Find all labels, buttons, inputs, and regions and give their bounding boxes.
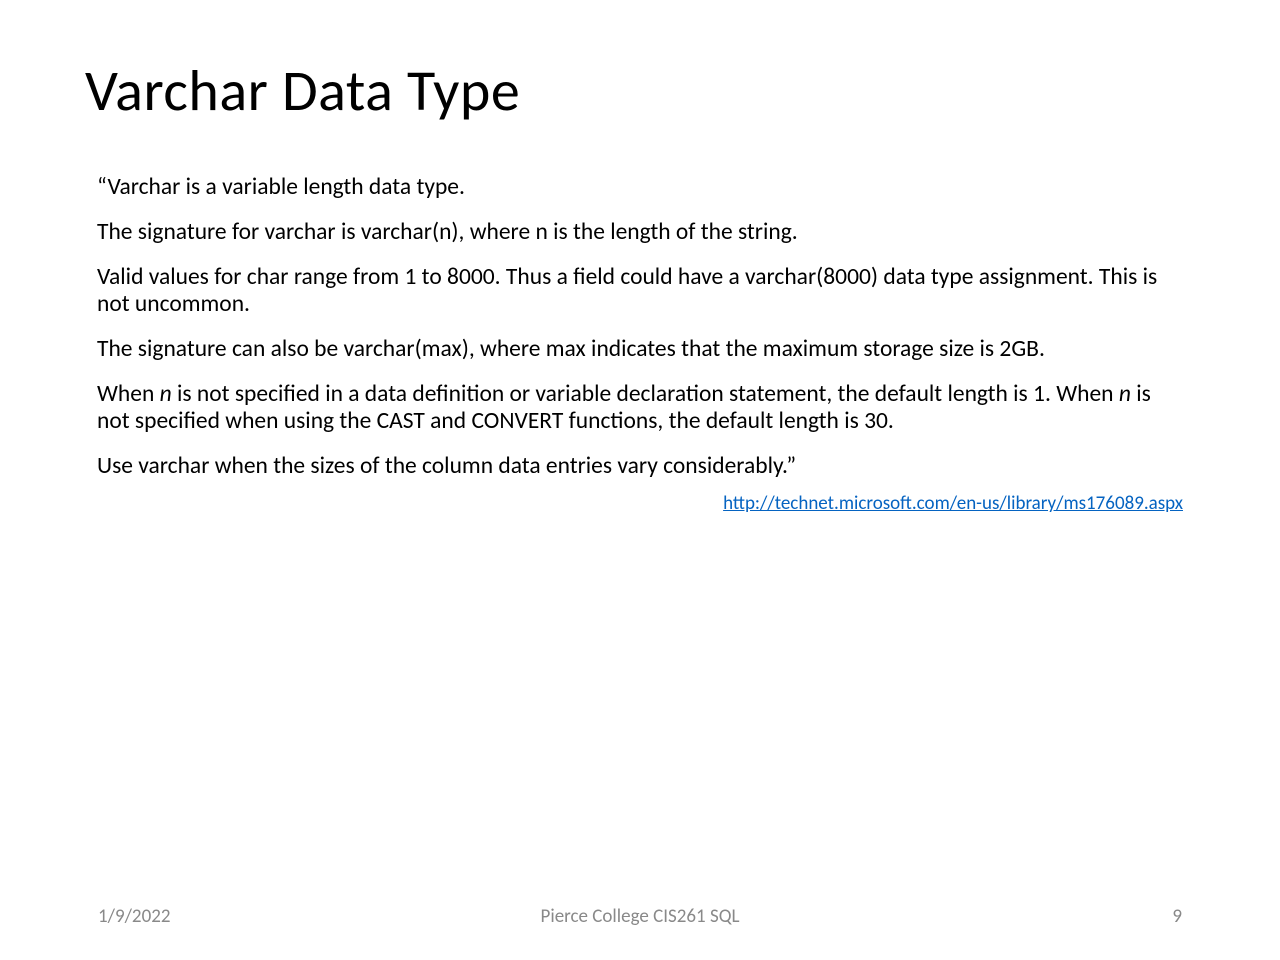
paragraph-5: When n is not specified in a data defini…	[97, 381, 1183, 435]
paragraph-4: The signature can also be varchar(max), …	[97, 336, 1183, 363]
paragraph-2: The signature for varchar is varchar(n),…	[97, 219, 1183, 246]
paragraph-1: “Varchar is a variable length data type.	[97, 174, 1183, 201]
reference-link[interactable]: http://technet.microsoft.com/en-us/libra…	[723, 492, 1183, 515]
paragraph-6: Use varchar when the sizes of the column…	[97, 453, 1183, 480]
slide-title: Varchar Data Type	[85, 55, 1195, 126]
footer-center: Pierce College CIS261 SQL	[459, 905, 820, 928]
italic-n-1: n	[160, 380, 172, 408]
italic-n-2: n	[1119, 380, 1131, 408]
slide-container: Varchar Data Type “Varchar is a variable…	[0, 0, 1280, 960]
footer-date: 1/9/2022	[98, 905, 459, 928]
text-segment: When	[97, 380, 160, 408]
paragraph-3: Valid values for char range from 1 to 80…	[97, 264, 1183, 318]
text-segment: is not specified in a data definition or…	[172, 380, 1119, 408]
slide-content: “Varchar is a variable length data type.…	[85, 174, 1195, 515]
footer-page-number: 9	[821, 905, 1182, 928]
slide-footer: 1/9/2022 Pierce College CIS261 SQL 9	[0, 905, 1280, 928]
link-container: http://technet.microsoft.com/en-us/libra…	[97, 492, 1183, 515]
